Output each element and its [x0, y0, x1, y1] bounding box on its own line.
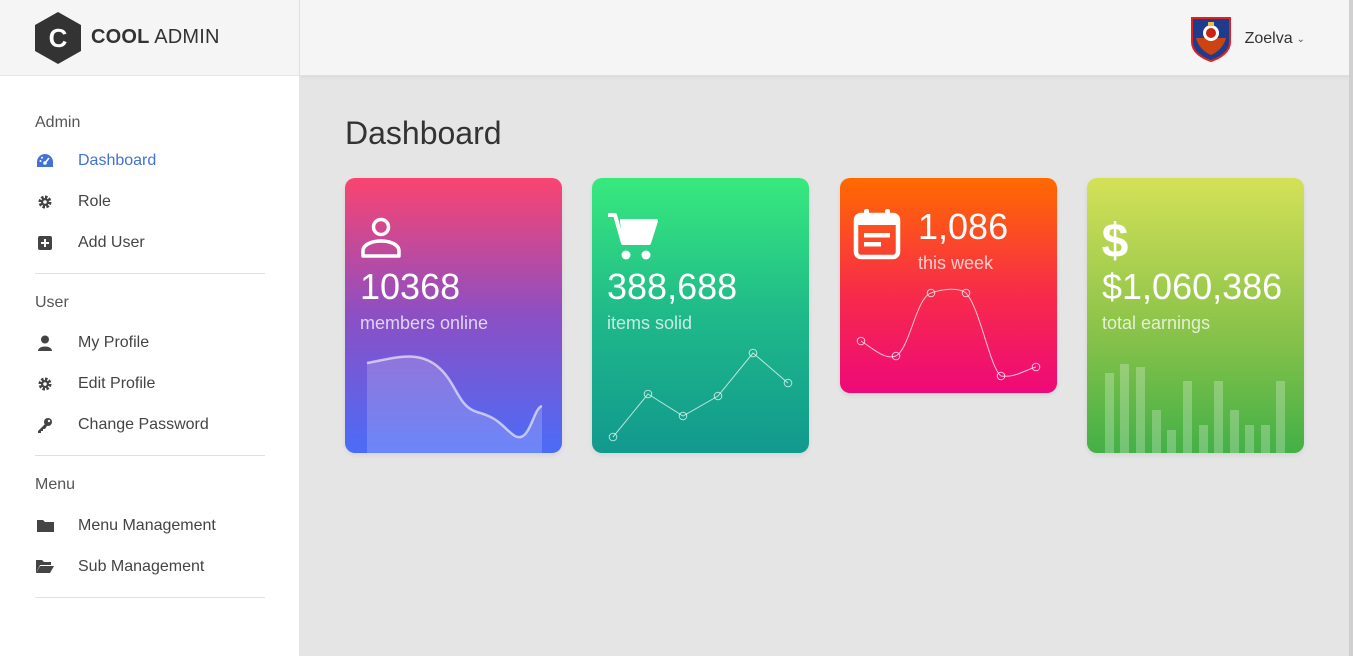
- gear-icon: [35, 374, 55, 394]
- sidebar-item-dashboard[interactable]: Dashboard: [35, 140, 264, 181]
- stat-label: items solid: [607, 313, 693, 333]
- shopping-cart-icon: [608, 213, 658, 260]
- stat-card-week[interactable]: 1,086 this week: [840, 178, 1057, 393]
- chevron-down-icon: ⌄: [1296, 33, 1305, 45]
- sidebar-item-label: Dashboard: [78, 151, 157, 169]
- sidebar-item-role[interactable]: Role: [35, 181, 264, 222]
- stat-value: 1,086: [918, 206, 1009, 247]
- sidebar-item-menu-management[interactable]: Menu Management: [35, 505, 264, 546]
- sidebar-item-label: Menu Management: [78, 516, 216, 534]
- stat-label: total earnings: [1102, 313, 1211, 333]
- user-outline-icon: [361, 217, 401, 258]
- earnings-bar-chart: [1105, 364, 1285, 453]
- calendar-icon: [853, 209, 901, 260]
- username: Zoelva: [1244, 30, 1293, 47]
- stat-card-items[interactable]: 388,688 items solid: [592, 178, 809, 453]
- user-menu[interactable]: Zoelva ⌄: [1190, 16, 1305, 62]
- divider: [35, 455, 265, 456]
- stat-label: members online: [360, 313, 489, 333]
- logo[interactable]: C COOL ADMIN: [0, 0, 299, 76]
- group-title-user: User: [35, 294, 69, 311]
- svg-text:$: $: [1102, 215, 1129, 262]
- items-line-chart: [608, 348, 793, 442]
- user-icon: [35, 333, 55, 353]
- stat-label: this week: [918, 253, 994, 273]
- key-icon: [35, 415, 55, 435]
- stat-value: $1,060,386: [1102, 266, 1283, 307]
- sidebar-item-my-profile[interactable]: My Profile: [35, 322, 264, 363]
- stat-value: 388,688: [607, 266, 738, 307]
- sidebar-item-label: Sub Management: [78, 557, 205, 575]
- page-title: Dashboard: [345, 115, 502, 151]
- stat-value: 10368: [360, 266, 461, 307]
- logo-hexagon-icon: C: [35, 11, 81, 64]
- sidebar-item-label: My Profile: [78, 333, 150, 351]
- svg-text:C: C: [49, 23, 68, 53]
- logo-text: COOL ADMIN: [91, 26, 220, 48]
- sidebar-item-edit-profile[interactable]: Edit Profile: [35, 363, 264, 404]
- sidebar-item-label: Role: [78, 192, 111, 210]
- divider: [35, 273, 265, 274]
- sidebar-menu: Admin Dashboard Role Add User User My Pr…: [0, 76, 299, 598]
- stat-card-earnings[interactable]: $ $1,060,386 total earnings: [1087, 178, 1304, 453]
- gear-icon: [35, 192, 55, 212]
- folder-icon: [35, 516, 55, 536]
- avatar: [1190, 17, 1231, 62]
- sidebar-item-change-password[interactable]: Change Password: [35, 404, 264, 445]
- stat-card-members[interactable]: 10368 members online: [345, 178, 562, 453]
- sidebar-item-sub-management[interactable]: Sub Management: [35, 546, 264, 587]
- sidebar-item-label: Change Password: [78, 415, 209, 433]
- folder-open-icon: [35, 557, 55, 577]
- top-header: Zoelva ⌄: [300, 0, 1353, 76]
- dollar-icon: $: [1102, 215, 1129, 262]
- plus-square-icon: [35, 233, 55, 253]
- dashboard-icon: [35, 151, 55, 171]
- members-area-chart: [366, 355, 543, 453]
- group-title-admin: Admin: [35, 114, 81, 131]
- sidebar-item-label: Edit Profile: [78, 374, 156, 392]
- group-title-menu: Menu: [35, 476, 76, 493]
- sidebar-item-label: Add User: [78, 233, 145, 251]
- scrollbar[interactable]: [1349, 0, 1353, 656]
- sidebar-item-add-user[interactable]: Add User: [35, 222, 264, 263]
- week-curve-chart: [856, 288, 1041, 381]
- divider: [35, 597, 265, 598]
- sidebar: C COOL ADMIN Admin Dashboard Role Add Us…: [0, 0, 300, 656]
